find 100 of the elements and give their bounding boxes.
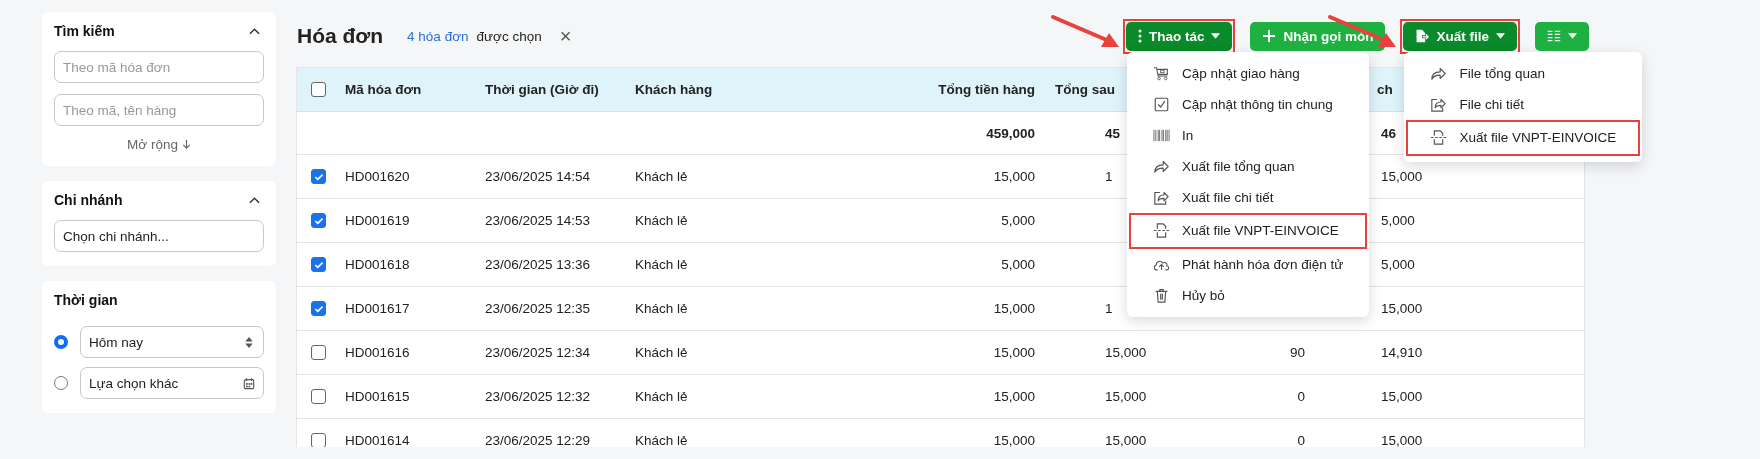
panel-title: Tìm kiếm	[54, 23, 115, 39]
page-title: Hóa đơn	[297, 24, 384, 48]
table-cell: Khách lẻ	[635, 301, 688, 316]
menu-item[interactable]: In	[1128, 119, 1368, 151]
menu-item[interactable]: File tổng quan	[1406, 57, 1641, 89]
table-cell: 15,000	[1381, 389, 1423, 404]
table-cell: 0	[1297, 389, 1305, 404]
table-cell: HD001616	[345, 345, 410, 360]
file-export-icon	[1415, 29, 1430, 43]
row-checkbox[interactable]	[311, 301, 326, 316]
table-cell: 15,000	[993, 389, 1035, 404]
date-field[interactable]: Lựa chọn khác	[80, 367, 264, 399]
table-cell: 15,000	[993, 433, 1035, 447]
table-cell: Khách lẻ	[635, 345, 688, 360]
row-checkbox[interactable]	[311, 389, 326, 404]
menu-item[interactable]: File chi tiết	[1406, 88, 1641, 120]
branch-select[interactable]: Chọn chi nhánh...	[54, 220, 264, 252]
table-cell: Khách lẻ	[635, 169, 688, 184]
table-cell: 15,000	[993, 345, 1035, 360]
close-icon[interactable]: ×	[559, 26, 572, 46]
table-cell: 23/06/2025 14:54	[485, 169, 591, 184]
table-cell: Khách lẻ	[635, 389, 688, 404]
table-cell: 15,000	[1105, 433, 1147, 447]
menu-item[interactable]: Xuất file tổng quan	[1128, 150, 1368, 182]
menu-item[interactable]: Xuất file chi tiết	[1128, 181, 1368, 213]
columns-button[interactable]	[1535, 21, 1589, 51]
table-cell: 5,000	[1381, 257, 1415, 272]
column-header: Tổng tiền hàng	[938, 82, 1035, 97]
checkmark-icon	[313, 172, 324, 181]
row-checkbox[interactable]	[311, 169, 326, 184]
total-amount: 459,000	[986, 125, 1035, 141]
checkbox-icon	[1152, 96, 1170, 112]
menu-item[interactable]: Xuất file VNPT-EINVOICE	[1406, 119, 1641, 156]
table-cell: HD001618	[345, 257, 410, 272]
share-arrow-icon	[1152, 158, 1170, 174]
table-cell: 1	[1105, 301, 1113, 316]
action-button[interactable]: Thao tác	[1125, 21, 1233, 51]
table-cell: 15,000	[1105, 345, 1147, 360]
total-amount: 46	[1381, 125, 1397, 141]
chevron-up-icon[interactable]	[249, 27, 260, 35]
sort-arrows-icon	[243, 335, 255, 349]
menu-item[interactable]: Cập nhật giao hàng	[1128, 57, 1368, 89]
select-all-checkbox[interactable]	[311, 82, 326, 97]
table-cell: 15,000	[993, 169, 1035, 184]
table-cell: HD001617	[345, 301, 410, 316]
plus-icon	[1262, 29, 1277, 43]
share-box-icon	[1152, 189, 1170, 205]
table-cell: 23/06/2025 13:36	[485, 257, 591, 272]
menu-item[interactable]: Xuất file VNPT-EINVOICE	[1128, 212, 1368, 249]
menu-item[interactable]: Hủy bỏ	[1128, 279, 1368, 311]
table-cell: 1	[1105, 169, 1113, 184]
total-amount: 45	[1105, 125, 1121, 141]
row-checkbox[interactable]	[311, 213, 326, 228]
table-cell: HD001619	[345, 213, 410, 228]
table-cell: 23/06/2025 12:34	[485, 345, 591, 360]
table-cell: Khách lẻ	[635, 433, 688, 447]
column-header: Tổng sau	[1055, 82, 1115, 97]
table-cell: 15,000	[993, 301, 1035, 316]
row-checkbox[interactable]	[311, 257, 326, 272]
column-header: Mã hóa đơn	[345, 82, 422, 97]
panel-title: Chi nhánh	[54, 192, 123, 208]
table-cell: 23/06/2025 12:32	[485, 389, 591, 404]
table-cell: HD001620	[345, 169, 410, 184]
action-button[interactable]: Xuất file	[1403, 21, 1517, 51]
checkmark-icon	[313, 304, 324, 313]
row-checkbox[interactable]	[311, 345, 326, 360]
radio-button[interactable]	[54, 335, 68, 349]
table-cell: HD001615	[345, 389, 410, 404]
column-header: Thời gian (Giờ đi)	[485, 82, 599, 97]
table-cell: HD001614	[345, 433, 410, 447]
menu-item[interactable]: Phát hành hóa đơn điện tử	[1128, 248, 1368, 280]
barcode-icon	[1152, 127, 1170, 143]
table-cell: 15,000	[1381, 301, 1423, 316]
checkmark-icon	[313, 260, 324, 269]
selection-count-link[interactable]: 4 hóa đơn	[407, 28, 469, 44]
table-cell: 0	[1297, 433, 1305, 447]
kebab-icon	[1137, 29, 1142, 43]
document-export-icon	[1152, 223, 1170, 238]
table-cell: 23/06/2025 14:53	[485, 213, 591, 228]
table-cell: 15,000	[1105, 389, 1147, 404]
arrow-down-icon	[181, 139, 191, 150]
table-cell: Khách lẻ	[635, 257, 688, 272]
table-cell: 5,000	[1001, 257, 1035, 272]
column-header: ch	[1377, 82, 1393, 97]
expand-link[interactable]: Mở rộng	[127, 137, 191, 152]
share-arrow-icon	[1430, 65, 1448, 81]
table-cell: Khách lẻ	[635, 213, 688, 228]
share-box-icon	[1430, 96, 1448, 112]
row-checkbox[interactable]	[311, 433, 326, 447]
chevron-up-icon[interactable]	[249, 196, 260, 204]
table-cell: 14,910	[1381, 345, 1423, 360]
column-header: Khách hàng	[635, 82, 713, 97]
table-cell: 5,000	[1001, 213, 1035, 228]
selection-label: được chọn	[476, 28, 542, 44]
table-cell: 23/06/2025 12:29	[485, 433, 591, 447]
list-columns-icon	[1547, 29, 1561, 43]
checkmark-icon	[313, 216, 324, 225]
table-cell: 90	[1289, 345, 1305, 360]
period-select[interactable]: Hôm nay	[80, 326, 264, 358]
menu-item[interactable]: Cập nhật thông tin chung	[1128, 88, 1368, 120]
